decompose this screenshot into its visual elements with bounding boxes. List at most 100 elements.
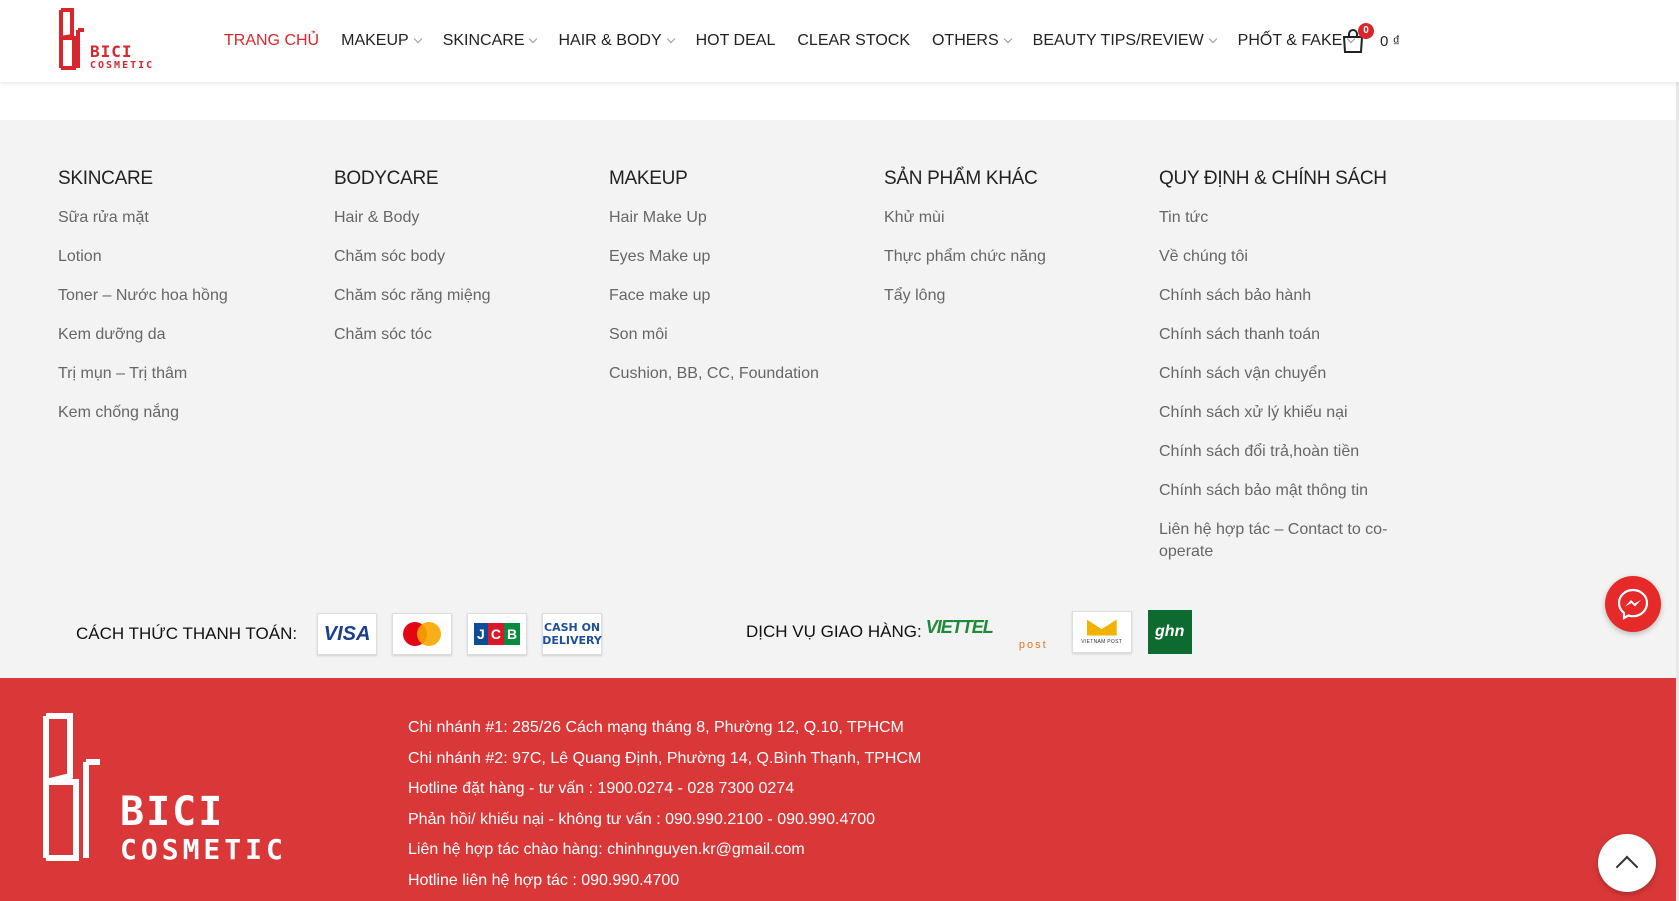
vnpost-text: VIETNAM POST [1081,638,1123,645]
footer-link[interactable]: Hair Make Up [609,207,879,229]
jcb-letter-b: B [503,623,521,645]
footer-link[interactable]: Lotion [58,246,328,268]
chevron-down-icon [1003,34,1012,44]
footer-link[interactable]: Chính sách vận chuyển [1159,363,1409,385]
contact-hotline-partner: Hotline liên hệ hợp tác : 090.990.4700 [408,871,680,889]
footer-link[interactable]: Trị mụn – Trị thâm [58,363,328,385]
visa-card-icon: VISA [317,613,378,655]
viettel-post-text: post [1018,639,1048,651]
nav-item-others[interactable]: OTHERS [931,32,1012,50]
nav-item-trang-chu[interactable]: TRANG CHỦ [224,32,319,50]
nav-item-label: SKINCARE [442,32,525,49]
contact-feedback: Phản hồi/ khiếu nại - không tư vấn : 090… [408,810,876,828]
logo-mark-icon [59,8,84,70]
footer-link[interactable]: Cushion, BB, CC, Foundation [609,363,879,385]
cart-count-badge: 0 [1358,23,1374,39]
chevron-down-icon [413,34,422,44]
footer-link[interactable]: Tẩy lông [884,285,1154,307]
footer-link[interactable]: Chính sách bảo hành [1159,285,1409,307]
footer-column-bodycare: BODYCARE Hair & Body Chăm sóc body Chăm … [334,168,604,363]
chevron-down-icon [529,34,538,44]
contact-branch-1: Chi nhánh #1: 285/26 Cách mạng tháng 8, … [408,719,904,736]
footer-link[interactable]: Về chúng tôi [1159,246,1409,268]
nav-item-label: BEAUTY TIPS/REVIEW [1032,32,1204,49]
footer-link[interactable]: Toner – Nước hoa hồng [58,285,328,307]
footer-link[interactable]: Sữa rửa mặt [58,207,328,229]
nav-item-clear-stock[interactable]: CLEAR STOCK [797,32,910,50]
scroll-to-top-button[interactable] [1598,834,1656,892]
footer-link[interactable]: Chính sách xử lý khiếu nại [1159,402,1409,424]
viettel-text: VIETTEL [925,617,994,637]
nav-item-skincare[interactable]: SKINCARE [442,32,538,50]
logo-line-1: BICI [90,42,133,61]
footer-link[interactable]: Son môi [609,324,879,346]
payment-label: CÁCH THỨC THANH TOÁN: [76,624,298,643]
footer-link[interactable]: Kem chống nắng [58,402,328,424]
viettel-post-logo: VIETTEL post [925,617,1056,651]
footer-column-title: QUY ĐỊNH & CHÍNH SÁCH [1159,168,1387,189]
contact-email[interactable]: Liên hệ hợp tác chào hàng: chinhnguyen.k… [408,840,921,860]
contact-hotline-order: Hotline đặt hàng - tư vấn : 1900.0274 - … [408,780,795,797]
chevron-up-icon [1615,855,1639,879]
site-logo[interactable]: BICI COSMETIC [58,8,152,72]
footer-link[interactable]: Chăm sóc body [334,246,604,268]
footer-links-section: SKINCARE Sữa rửa mặt Lotion Toner – Nước… [0,120,1679,678]
footer-column-skincare: SKINCARE Sữa rửa mặt Lotion Toner – Nước… [58,168,328,441]
envelope-icon [1086,619,1117,636]
footer-link[interactable]: Liên hệ hợp tác – Contact to co-operate [1159,519,1409,563]
nav-item-label: OTHERS [931,32,999,49]
footer-link[interactable]: Chăm sóc răng miệng [334,285,604,307]
jcb-letter-j: J [474,623,488,645]
footer-link[interactable]: Tin tức [1159,207,1409,229]
ghn-logo: ghn [1147,610,1192,654]
shopping-bag-icon: 0 [1342,23,1374,53]
footer-logo-line-2: COSMETIC [120,833,287,866]
footer-column-title: MAKEUP [609,168,688,189]
footer-link[interactable]: Chăm sóc tóc [334,324,604,346]
ghn-text: ghn [1155,623,1185,640]
nav-item-hair-body[interactable]: HAIR & BODY [558,32,675,50]
footer-column-san-pham-khac: SẢN PHẨM KHÁC Khử mùi Thực phẩm chức năn… [884,168,1154,324]
visa-text: VISA [323,622,371,645]
nav-item-phot-fake[interactable]: PHỐT & FAKE [1238,32,1356,50]
nav-item-makeup[interactable]: MAKEUP [341,32,422,50]
footer-link[interactable]: Chính sách đổi trả,hoàn tiền [1159,441,1409,463]
nav-item-label: CLEAR STOCK [797,32,910,49]
footer-contact-section: BICI COSMETIC Chi nhánh #1: 285/26 Cách … [0,678,1679,901]
mastercard-yellow-circle [417,622,442,646]
nav-item-beauty-tips[interactable]: BEAUTY TIPS/REVIEW [1032,32,1217,50]
messenger-icon [1617,588,1649,620]
footer-link[interactable]: Eyes Make up [609,246,879,268]
mastercard-icon [392,613,453,655]
jcb-letter-c: C [487,623,504,645]
footer-link[interactable]: Chính sách bảo mật thông tin [1159,480,1409,502]
footer-column-title: SKINCARE [58,168,153,189]
shipping-label: DỊCH VỤ GIAO HÀNG: [746,622,922,641]
contact-branch-2: Chi nhánh #2: 97C, Lê Quang Định, Phường… [408,749,922,767]
footer-link[interactable]: Thực phẩm chức năng [884,246,1154,268]
footer-logo-line-1: BICI [120,789,225,835]
footer-link[interactable]: Kem dưỡng da [58,324,328,346]
nav-item-label: HAIR & BODY [558,32,662,49]
footer-logo: BICI COSMETIC [42,712,283,864]
messenger-chat-button[interactable] [1605,576,1661,632]
footer-link[interactable]: Face make up [609,285,879,307]
footer-link[interactable]: Hair & Body [334,207,604,229]
cod-line-1: CASH ON [544,621,601,634]
vietnam-post-logo: VIETNAM POST [1071,611,1132,653]
main-nav: TRANG CHỦ MAKEUP SKINCARE HAIR & BODY HO… [224,0,1376,82]
jcb-card-icon: JCB [467,613,528,655]
footer-link[interactable]: Chính sách thanh toán [1159,324,1409,346]
footer-column-title: BODYCARE [334,168,439,189]
footer-link[interactable]: Khử mùi [884,207,1154,229]
footer-column-policies: QUY ĐỊNH & CHÍNH SÁCH Tin tức Về chúng t… [1159,168,1409,580]
chevron-down-icon [1208,34,1217,44]
nav-item-hot-deal[interactable]: HOT DEAL [696,32,776,50]
footer-column-title: SẢN PHẨM KHÁC [884,168,1038,189]
cart-button[interactable]: 0 0 ₫ [1342,23,1432,58]
shipping-services: DỊCH VỤ GIAO HÀNG: VIETTEL post VIETNAM … [746,610,1192,654]
nav-item-label: HOT DEAL [695,32,776,49]
footer-column-makeup: MAKEUP Hair Make Up Eyes Make up Face ma… [609,168,879,402]
logo-line-2: COSMETIC [90,60,155,71]
footer-logo-wordmark: BICI COSMETIC [120,792,287,864]
